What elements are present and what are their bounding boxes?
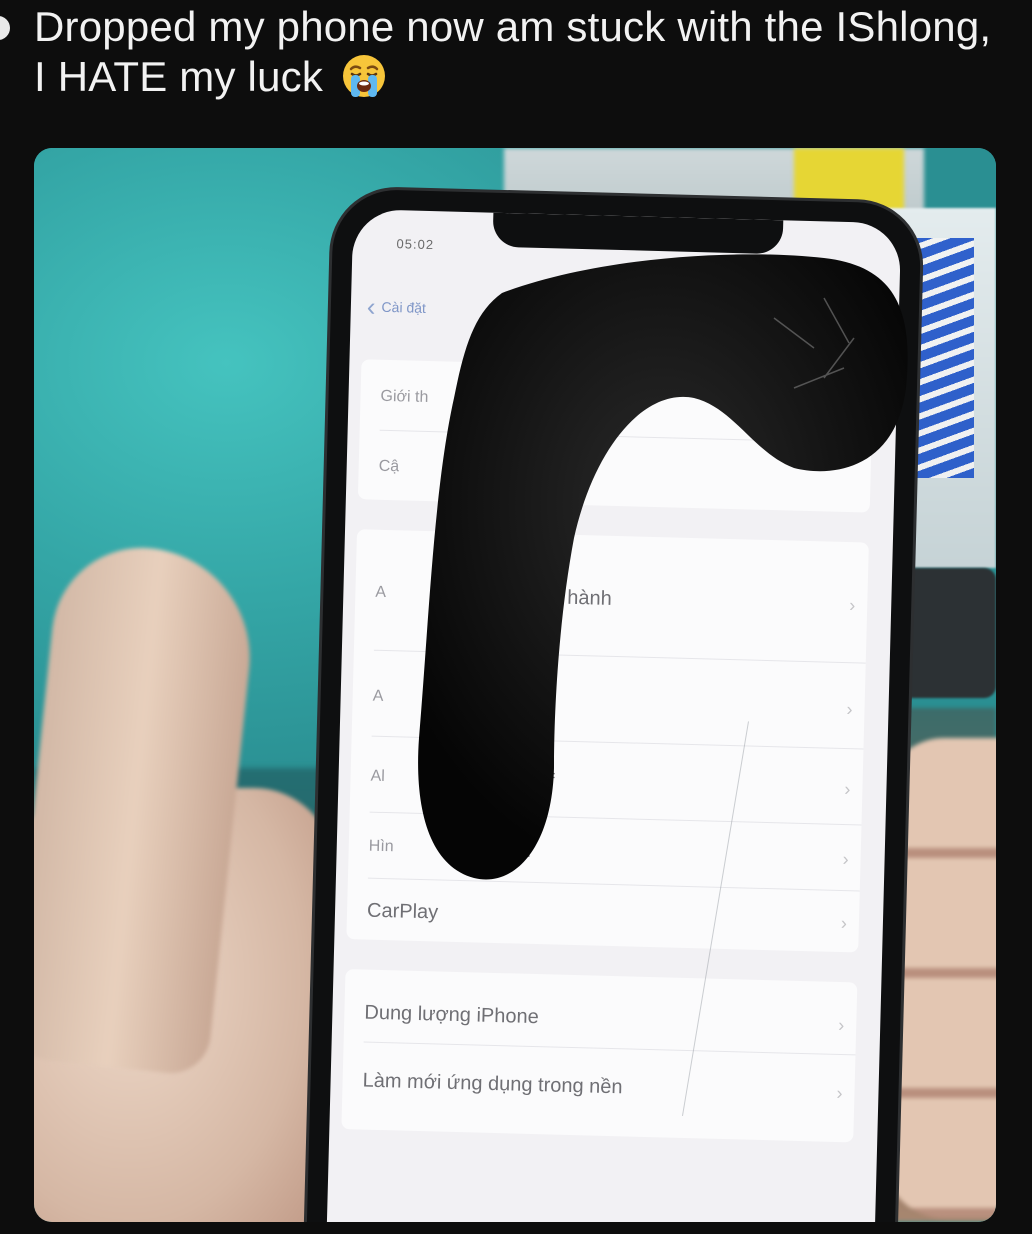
settings-row: A › (372, 682, 855, 725)
settings-group-3: Dung lượng iPhone › Làm mới ứng dụng tro… (341, 969, 858, 1143)
row-label: Giới th (380, 387, 429, 407)
row-label: Al (370, 767, 386, 786)
loudly-crying-face-icon (342, 55, 385, 97)
divider (373, 649, 866, 664)
post-text: Dropped my phone now am stuck with the I… (34, 2, 994, 102)
post-card: Dropped my phone now am stuck with the I… (0, 0, 1032, 1234)
back-label: Cài đặt (381, 298, 427, 316)
divider (363, 1041, 856, 1056)
phone: 05:02 ‹ Cài đặt Giới th Cậ A hành › A › … (306, 188, 922, 1222)
row-label-tail: off (532, 769, 555, 793)
chevron-right-icon: › (836, 1082, 843, 1104)
phone-screen: 05:02 ‹ Cài đặt Giới th Cậ A hành › A › … (326, 209, 902, 1222)
divider (371, 735, 864, 750)
chevron-left-icon: ‹ (366, 291, 376, 322)
chevron-right-icon: › (840, 913, 848, 934)
row-label-tail: hành (567, 586, 613, 610)
chevron-right-icon: › (842, 849, 849, 870)
status-time: 05:02 (396, 236, 435, 253)
divider (379, 429, 872, 444)
row-label: Dung lượng iPhone (364, 1001, 540, 1029)
post-photo[interactable]: 05:02 ‹ Cài đặt Giới th Cậ A hành › A › … (34, 148, 996, 1222)
avatar[interactable] (0, 16, 10, 40)
row-label: A (375, 583, 387, 601)
divider (367, 877, 860, 892)
phone-notch (492, 212, 784, 255)
settings-row: A hành › (375, 578, 858, 621)
chevron-right-icon: › (846, 699, 853, 720)
back-link: ‹ Cài đặt (366, 291, 427, 324)
chevron-right-icon: › (848, 595, 856, 616)
settings-row: Al off › (370, 762, 853, 805)
row-label-tail: nh (508, 839, 532, 862)
settings-row-carplay: CarPlay › (367, 896, 850, 939)
row-label: A (372, 687, 384, 705)
chevron-right-icon: › (837, 1014, 845, 1036)
settings-row: Hìn nh › (368, 832, 851, 875)
row-label: Làm mới ứng dụng trong nền (362, 1069, 623, 1099)
row-label: Cậ (378, 457, 400, 476)
settings-row: Cậ (378, 452, 861, 495)
divider (369, 811, 862, 826)
chevron-right-icon: › (844, 779, 851, 800)
row-label: CarPlay (366, 899, 439, 924)
settings-group-1: Giới th Cậ (357, 359, 874, 513)
settings-row: Giới th (380, 382, 863, 425)
settings-row-storage: Dung lượng iPhone › (364, 998, 847, 1041)
settings-row-background-refresh: Làm mới ứng dụng trong nền › (362, 1066, 845, 1109)
row-label: Hìn (368, 837, 394, 856)
post-body: Dropped my phone now am stuck with the I… (34, 3, 992, 100)
settings-group-2: A hành › A › Al off › Hìn nh › CarPlay › (346, 529, 869, 953)
